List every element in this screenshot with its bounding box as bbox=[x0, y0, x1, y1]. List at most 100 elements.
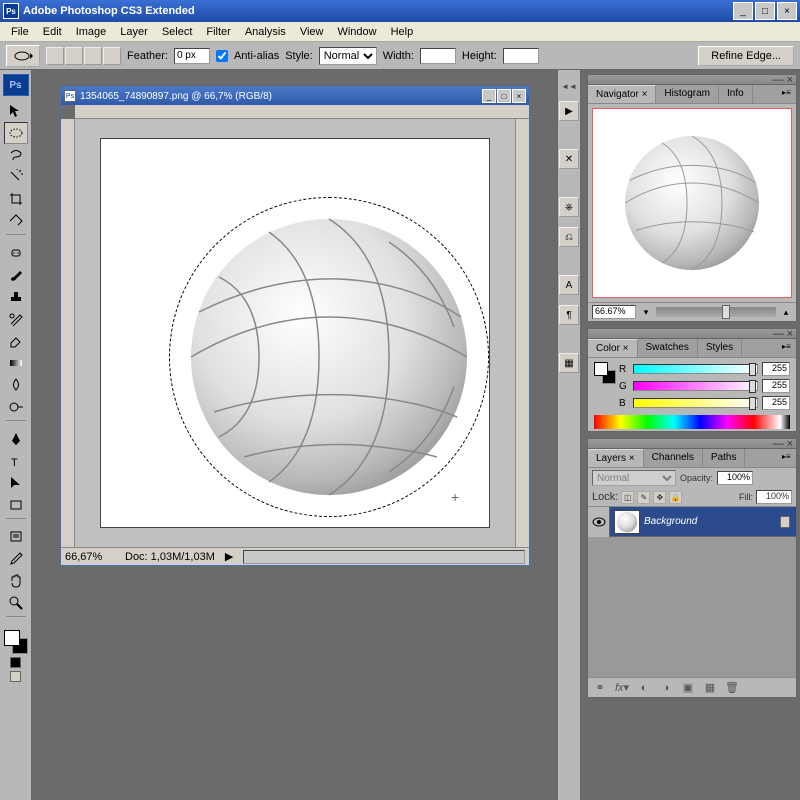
antialias-checkbox[interactable] bbox=[216, 50, 228, 62]
b-slider[interactable] bbox=[633, 398, 758, 408]
tab-info[interactable]: Info bbox=[719, 85, 753, 103]
doc-maximize-button[interactable]: □ bbox=[497, 89, 511, 103]
style-select[interactable]: Normal bbox=[319, 47, 377, 65]
marquee-tool[interactable] bbox=[4, 122, 28, 144]
dock-actions-icon[interactable]: ▶ bbox=[559, 101, 579, 121]
tab-paths[interactable]: Paths bbox=[703, 449, 746, 467]
path-select-tool[interactable] bbox=[4, 472, 28, 494]
notes-tool[interactable] bbox=[4, 526, 28, 548]
g-value[interactable]: 255 bbox=[762, 379, 790, 393]
fg-swatch-icon[interactable] bbox=[594, 362, 608, 376]
panel-collapse-icon[interactable]: — bbox=[773, 74, 784, 86]
shape-tool[interactable] bbox=[4, 494, 28, 516]
selection-subtract-button[interactable] bbox=[84, 47, 102, 65]
menu-filter[interactable]: Filter bbox=[199, 23, 237, 41]
menu-layer[interactable]: Layer bbox=[113, 23, 155, 41]
dock-brushes-icon[interactable]: ⎈ bbox=[559, 197, 579, 217]
panel-menu-icon[interactable]: ▸≡ bbox=[782, 452, 794, 462]
slice-tool[interactable] bbox=[4, 210, 28, 232]
maximize-button[interactable]: □ bbox=[755, 2, 775, 20]
panel-menu-icon[interactable]: ▸≡ bbox=[782, 342, 794, 352]
new-layer-icon[interactable]: ▦ bbox=[702, 681, 718, 695]
scrollbar-horizontal[interactable] bbox=[243, 550, 525, 564]
layer-row[interactable]: Background bbox=[588, 507, 796, 537]
stamp-tool[interactable] bbox=[4, 286, 28, 308]
r-slider[interactable] bbox=[633, 364, 758, 374]
layer-group-icon[interactable]: ▣ bbox=[680, 681, 696, 695]
blur-tool[interactable] bbox=[4, 374, 28, 396]
dock-paragraph-icon[interactable]: ¶ bbox=[559, 305, 579, 325]
dock-character-icon[interactable]: A bbox=[559, 275, 579, 295]
wand-tool[interactable] bbox=[4, 166, 28, 188]
pen-tool[interactable] bbox=[4, 428, 28, 450]
menu-analysis[interactable]: Analysis bbox=[238, 23, 293, 41]
g-slider[interactable] bbox=[633, 381, 758, 391]
eraser-tool[interactable] bbox=[4, 330, 28, 352]
selection-intersect-button[interactable] bbox=[103, 47, 121, 65]
minimize-button[interactable]: _ bbox=[733, 2, 753, 20]
scrollbar-vertical[interactable] bbox=[515, 119, 529, 547]
color-well[interactable] bbox=[4, 630, 28, 654]
b-value[interactable]: 255 bbox=[762, 396, 790, 410]
layer-visibility-icon[interactable] bbox=[588, 507, 610, 537]
navigator-zoom-value[interactable]: 66.67% bbox=[592, 305, 636, 319]
layer-name[interactable]: Background bbox=[644, 516, 780, 527]
menu-image[interactable]: Image bbox=[69, 23, 114, 41]
crop-tool[interactable] bbox=[4, 188, 28, 210]
canvas-area[interactable]: + bbox=[75, 119, 515, 547]
zoom-in-icon[interactable]: ▴ bbox=[780, 306, 792, 318]
lock-transparent-icon[interactable]: ◫ bbox=[621, 491, 634, 504]
feather-input[interactable] bbox=[174, 48, 210, 64]
doc-close-button[interactable]: × bbox=[512, 89, 526, 103]
dock-tool-presets-icon[interactable]: ✕ bbox=[559, 149, 579, 169]
ruler-horizontal[interactable] bbox=[75, 105, 529, 119]
dock-clone-icon[interactable]: ⎌ bbox=[559, 227, 579, 247]
adjustment-layer-icon[interactable]: ◑ bbox=[658, 681, 674, 695]
menu-edit[interactable]: Edit bbox=[36, 23, 69, 41]
panel-close-icon[interactable]: × bbox=[787, 328, 793, 340]
brush-tool[interactable] bbox=[4, 264, 28, 286]
opacity-value[interactable]: 100% bbox=[717, 471, 753, 485]
menu-view[interactable]: View bbox=[293, 23, 331, 41]
document-titlebar[interactable]: Ps 1354065_74890897.png @ 66,7% (RGB/8) … bbox=[61, 87, 529, 105]
menu-help[interactable]: Help bbox=[384, 23, 421, 41]
lock-position-icon[interactable]: ✥ bbox=[653, 491, 666, 504]
doc-minimize-button[interactable]: _ bbox=[482, 89, 496, 103]
tab-color[interactable]: Color × bbox=[588, 339, 638, 357]
dodge-tool[interactable] bbox=[4, 396, 28, 418]
tool-preset-button[interactable] bbox=[6, 45, 40, 67]
move-tool[interactable] bbox=[4, 100, 28, 122]
tab-histogram[interactable]: Histogram bbox=[656, 85, 719, 103]
tab-navigator[interactable]: Navigator × bbox=[588, 85, 656, 103]
navigator-preview[interactable] bbox=[592, 108, 792, 298]
panel-close-icon[interactable]: × bbox=[787, 438, 793, 450]
tab-channels[interactable]: Channels bbox=[644, 449, 703, 467]
layer-list[interactable]: Background bbox=[588, 507, 796, 677]
layer-thumbnail[interactable] bbox=[614, 510, 640, 534]
navigator-zoom-slider[interactable] bbox=[656, 307, 776, 317]
status-docsize[interactable]: Doc: 1,03M/1,03M bbox=[125, 551, 215, 563]
lock-all-icon[interactable]: 🔒 bbox=[669, 491, 682, 504]
heal-tool[interactable] bbox=[4, 242, 28, 264]
zoom-tool[interactable] bbox=[4, 592, 28, 614]
eyedropper-tool[interactable] bbox=[4, 548, 28, 570]
selection-add-button[interactable] bbox=[65, 47, 83, 65]
refine-edge-button[interactable]: Refine Edge... bbox=[698, 46, 794, 66]
hand-tool[interactable] bbox=[4, 570, 28, 592]
history-brush-tool[interactable] bbox=[4, 308, 28, 330]
canvas[interactable]: + bbox=[100, 138, 490, 528]
dock-layercomps-icon[interactable]: ▦ bbox=[559, 353, 579, 373]
menu-file[interactable]: File bbox=[4, 23, 36, 41]
lasso-tool[interactable] bbox=[4, 144, 28, 166]
panel-collapse-icon[interactable]: — bbox=[773, 328, 784, 340]
link-layers-icon[interactable]: ⚭ bbox=[592, 681, 608, 695]
layer-mask-icon[interactable]: ◐ bbox=[636, 681, 652, 695]
status-zoom[interactable]: 66,67% bbox=[65, 551, 115, 563]
menu-select[interactable]: Select bbox=[155, 23, 200, 41]
quickmask-button[interactable] bbox=[10, 657, 21, 668]
r-value[interactable]: 255 bbox=[762, 362, 790, 376]
delete-layer-icon[interactable]: 🗑 bbox=[724, 681, 740, 695]
color-swatch[interactable] bbox=[594, 362, 616, 384]
type-tool[interactable]: T bbox=[4, 450, 28, 472]
gradient-tool[interactable] bbox=[4, 352, 28, 374]
